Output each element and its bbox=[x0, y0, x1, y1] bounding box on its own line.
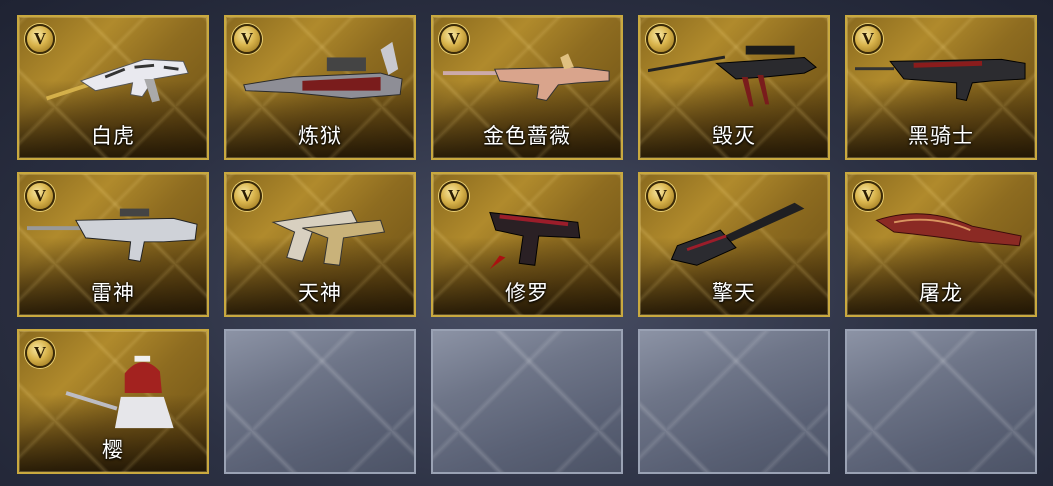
slot-sakura[interactable]: V 樱 bbox=[17, 329, 209, 474]
assault-rifle-white-tiger-icon bbox=[27, 39, 199, 115]
empty-slot[interactable] bbox=[845, 329, 1037, 474]
item-name: 黑骑士 bbox=[908, 125, 974, 148]
rifle-black-knight-icon bbox=[855, 39, 1027, 115]
slot-white-tiger[interactable]: V 白虎 bbox=[17, 15, 209, 160]
slot-asura[interactable]: V 修罗 bbox=[431, 172, 623, 317]
item-name: 屠龙 bbox=[919, 282, 963, 305]
heavy-gun-inferno-icon bbox=[234, 39, 406, 115]
rifle-golden-rose-icon bbox=[441, 39, 613, 115]
character-nurse-sakura-icon bbox=[27, 353, 199, 429]
item-name: 毁灭 bbox=[712, 125, 756, 148]
item-name: 擎天 bbox=[712, 282, 756, 305]
slot-dragon-slayer[interactable]: V 屠龙 bbox=[845, 172, 1037, 317]
slot-destruction[interactable]: V 毁灭 bbox=[638, 15, 830, 160]
item-name: 炼狱 bbox=[298, 125, 342, 148]
empty-slot[interactable] bbox=[638, 329, 830, 474]
inventory-grid: V 白虎 V 炼狱 V 金色蔷薇 V 毁灭 V 黑骑士 V 雷神 V 天神 V … bbox=[17, 15, 1037, 474]
sniper-rifle-destruction-icon bbox=[647, 39, 820, 115]
shovel-sky-icon bbox=[648, 196, 820, 272]
empty-slot[interactable] bbox=[431, 329, 623, 474]
pistol-asura-icon bbox=[441, 196, 613, 272]
item-name: 天神 bbox=[298, 282, 342, 305]
blade-dragon-slayer-icon bbox=[855, 196, 1027, 272]
item-name: 樱 bbox=[102, 439, 124, 462]
slot-god[interactable]: V 天神 bbox=[224, 172, 416, 317]
item-name: 修罗 bbox=[505, 282, 549, 305]
slot-black-knight[interactable]: V 黑骑士 bbox=[845, 15, 1037, 160]
slot-inferno[interactable]: V 炼狱 bbox=[224, 15, 416, 160]
rifle-thor-icon bbox=[27, 196, 199, 272]
item-name: 白虎 bbox=[91, 125, 135, 148]
empty-slot[interactable] bbox=[224, 329, 416, 474]
item-name: 金色蔷薇 bbox=[483, 125, 571, 148]
item-name: 雷神 bbox=[91, 282, 135, 305]
slot-sky[interactable]: V 擎天 bbox=[638, 172, 830, 317]
slot-thor[interactable]: V 雷神 bbox=[17, 172, 209, 317]
dual-pistols-god-icon bbox=[234, 196, 406, 272]
slot-golden-rose[interactable]: V 金色蔷薇 bbox=[431, 15, 623, 160]
